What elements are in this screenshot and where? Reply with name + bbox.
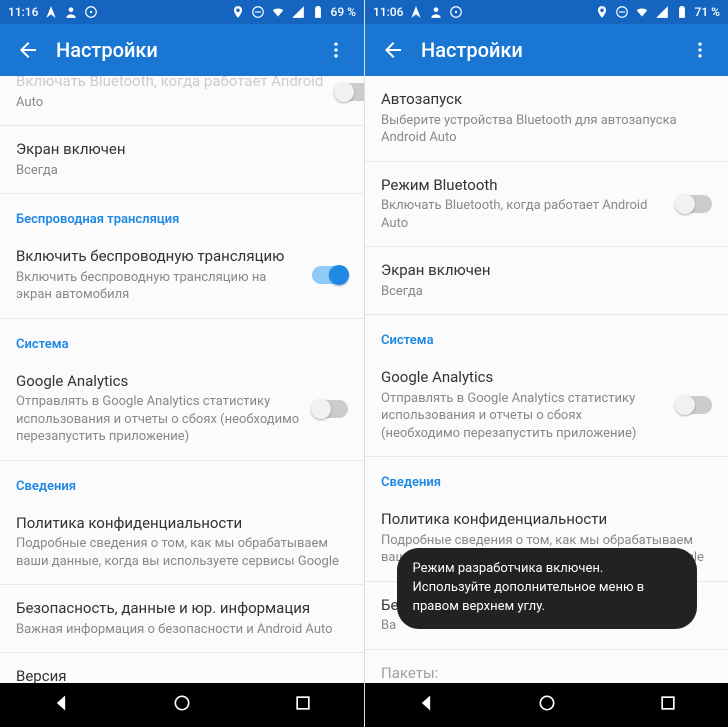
status-bar: 11:06 71 % (365, 0, 728, 24)
section-about: Сведения (0, 461, 364, 500)
dnd-icon (251, 5, 265, 19)
toast-developer-mode: Режим разработчика включен. Используйте … (397, 548, 697, 629)
location-icon (231, 5, 245, 19)
location-icon (595, 5, 609, 19)
toggle-switch[interactable] (335, 83, 364, 101)
wheel-icon (84, 5, 98, 19)
phone-right: 11:06 71 % Настройки (364, 0, 728, 727)
setting-privacy[interactable]: Политика конфиденциальности Подробные св… (0, 500, 364, 585)
nav-home-icon[interactable] (537, 693, 557, 717)
nav-home-icon[interactable] (172, 693, 192, 717)
person-icon (64, 5, 78, 19)
setting-bluetooth-mode[interactable]: Режим Bluetooth Включать Bluetooth, когд… (365, 162, 728, 247)
app-bar: Настройки (0, 24, 364, 76)
status-bar: 11:16 69 % (0, 0, 364, 24)
nav-back-icon[interactable] (51, 693, 71, 717)
section-wireless: Беспроводная трансляция (0, 194, 364, 233)
battery-percent: 71 % (695, 5, 720, 19)
setting-analytics[interactable]: Google Analytics Отправлять в Google Ana… (365, 354, 728, 456)
nav-arrow-icon (44, 5, 58, 19)
section-system: Система (365, 315, 728, 354)
wheel-icon (449, 5, 463, 19)
setting-autostart[interactable]: Автозапуск Выберите устройства Bluetooth… (365, 76, 728, 161)
nav-recent-icon[interactable] (293, 693, 313, 717)
page-title: Настройки (421, 38, 680, 62)
signal-icon (655, 5, 669, 19)
wifi-icon (635, 5, 649, 19)
nav-back-icon[interactable] (416, 693, 436, 717)
battery-percent: 69 % (331, 5, 356, 19)
signal-icon (291, 5, 305, 19)
page-title: Настройки (56, 38, 316, 62)
more-button[interactable] (680, 30, 720, 70)
battery-icon (675, 5, 689, 19)
back-button[interactable] (373, 30, 413, 70)
app-bar: Настройки (365, 24, 728, 76)
setting-screen-on[interactable]: Экран включен Всегда (365, 247, 728, 314)
battery-icon (311, 5, 325, 19)
setting-version[interactable]: Версия 4.5.592854-release (0, 653, 364, 683)
status-time: 11:06 (373, 5, 403, 19)
setting-security[interactable]: Безопасность, данные и юр. информация Ва… (0, 585, 364, 652)
more-button[interactable] (316, 30, 356, 70)
nav-arrow-icon (409, 5, 423, 19)
back-button[interactable] (8, 30, 48, 70)
setting-packages[interactable]: Пакеты: Google: 10.45.4.21.arm64 (365, 650, 728, 683)
settings-list: Автозапуск Выберите устройства Bluetooth… (365, 76, 728, 683)
dnd-icon (615, 5, 629, 19)
toggle-switch[interactable] (676, 396, 712, 414)
section-system: Система (0, 319, 364, 358)
toggle-switch[interactable] (312, 400, 348, 418)
status-time: 11:16 (8, 5, 38, 19)
toggle-switch[interactable] (676, 195, 712, 213)
nav-bar (0, 683, 364, 727)
nav-bar (365, 683, 728, 727)
setting-analytics[interactable]: Google Analytics Отправлять в Google Ana… (0, 358, 364, 460)
section-about: Сведения (365, 457, 728, 496)
toggle-switch[interactable] (312, 266, 348, 284)
wifi-icon (271, 5, 285, 19)
settings-list: Включать Bluetooth, когда работает Andro… (0, 76, 364, 683)
setting-screen-on[interactable]: Экран включен Всегда (0, 126, 364, 193)
nav-recent-icon[interactable] (658, 693, 678, 717)
phone-left: 11:16 69 % Настройки (0, 0, 364, 727)
setting-wireless-cast[interactable]: Включить беспроводную трансляцию Включит… (0, 233, 364, 318)
person-icon (429, 5, 443, 19)
setting-bluetooth-partial[interactable]: Включать Bluetooth, когда работает Andro… (0, 76, 364, 125)
